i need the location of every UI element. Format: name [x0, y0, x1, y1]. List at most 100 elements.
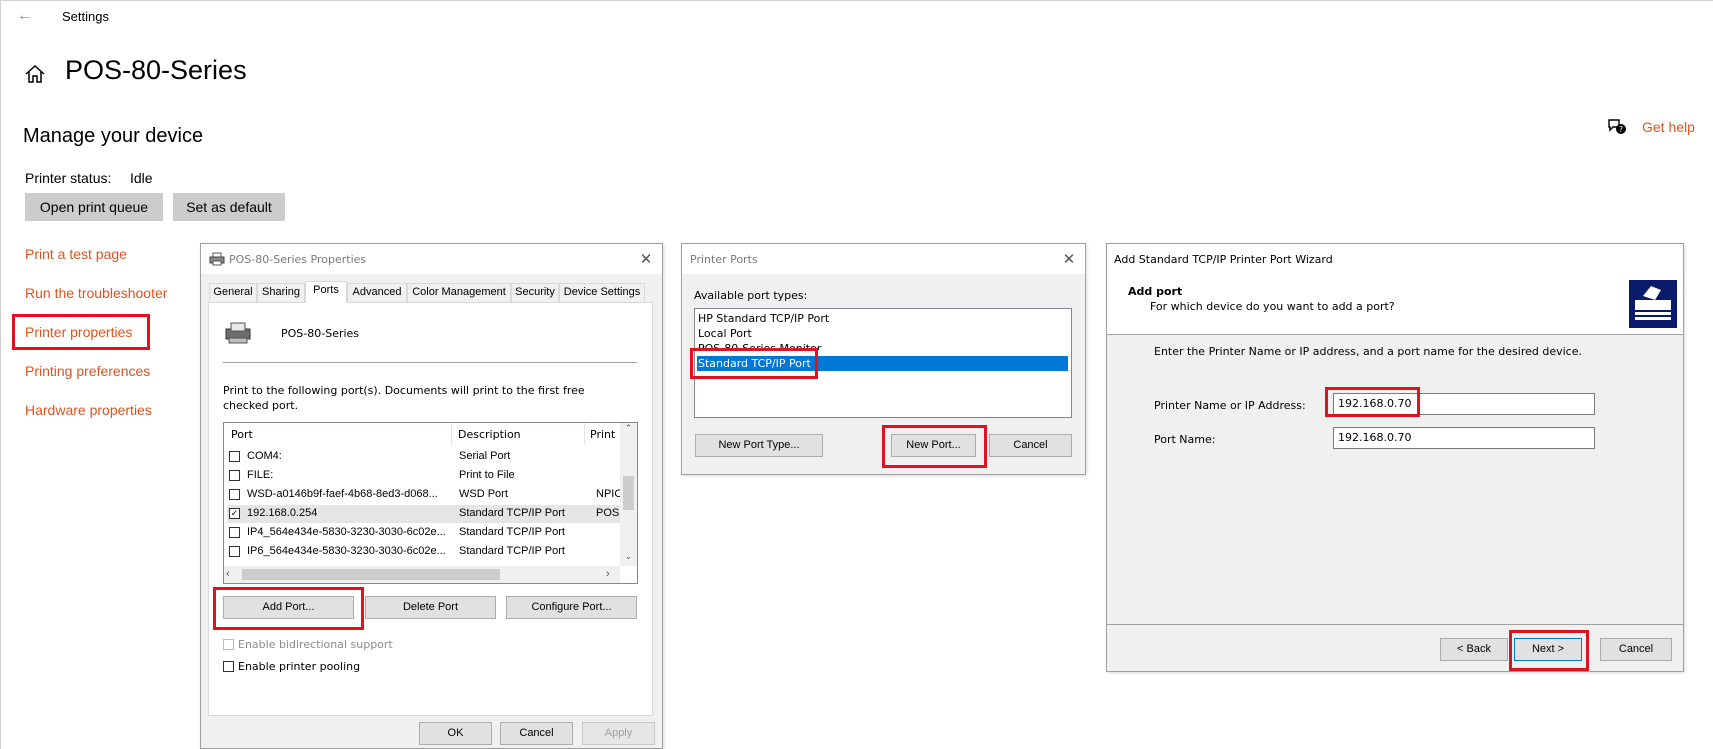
delete-port-button[interactable]: Delete Port: [365, 596, 496, 619]
set-as-default-button[interactable]: Set as default: [173, 193, 285, 221]
bidirectional-checkbox[interactable]: [223, 639, 234, 650]
new-port-button[interactable]: New Port...: [891, 434, 976, 457]
port-description: Serial Port: [459, 450, 511, 462]
port-checkbox[interactable]: [229, 470, 240, 481]
printer-icon: [209, 252, 225, 266]
port-printer: POS: [596, 507, 620, 519]
scroll-down-icon[interactable]: ⌄: [620, 551, 637, 565]
available-port-types-label: Available port types:: [694, 289, 808, 302]
port-row-com4[interactable]: COM4: Serial Port: [227, 448, 637, 466]
printer-status-label: Printer status:: [25, 170, 112, 186]
ports-instructions: Print to the following port(s). Document…: [223, 384, 585, 412]
tab-ports[interactable]: Ports: [305, 281, 347, 303]
back-button[interactable]: < Back: [1440, 638, 1508, 661]
vertical-scrollbar[interactable]: ⌃ ⌄: [620, 423, 637, 566]
back-arrow-icon[interactable]: ←: [14, 6, 36, 26]
vertical-scroll-thumb[interactable]: [623, 476, 634, 510]
scroll-right-icon[interactable]: ›: [606, 567, 618, 581]
wizard-subheading: For which device do you want to add a po…: [1150, 300, 1395, 313]
port-row-ip6[interactable]: IP6_564e434e-5830-3230-3030-6c02e... Sta…: [227, 543, 637, 561]
port-description: Standard TCP/IP Port: [459, 545, 565, 557]
printing-preferences-link[interactable]: Printing preferences: [25, 363, 150, 379]
add-port-button[interactable]: Add Port...: [223, 596, 354, 619]
port-list-header: Port Description Print: [224, 423, 621, 445]
home-icon[interactable]: [24, 63, 46, 85]
pooling-checkbox[interactable]: [223, 661, 234, 672]
apply-button[interactable]: Apply: [582, 722, 655, 745]
cancel-button[interactable]: Cancel: [1600, 638, 1672, 661]
printer-status-value: Idle: [130, 170, 153, 186]
column-header-printer[interactable]: Print: [590, 428, 620, 441]
dialog-title: Printer Ports: [690, 253, 758, 266]
port-checkbox-checked[interactable]: ✓: [229, 508, 240, 519]
run-troubleshooter-link[interactable]: Run the troubleshooter: [25, 285, 167, 301]
next-button[interactable]: Next >: [1514, 638, 1582, 661]
close-icon[interactable]: ✕: [1059, 249, 1079, 269]
cancel-button[interactable]: Cancel: [989, 434, 1072, 457]
dialog-titlebar: Printer Ports ✕: [682, 244, 1085, 274]
port-name: IP4_564e434e-5830-3230-3030-6c02e...: [247, 526, 446, 538]
tab-sharing[interactable]: Sharing: [257, 283, 305, 302]
port-type-item[interactable]: Local Port: [697, 326, 1068, 341]
port-checkbox[interactable]: [229, 546, 240, 557]
port-type-item-selected[interactable]: Standard TCP/IP Port: [697, 356, 1068, 371]
port-description: Print to File: [459, 469, 515, 481]
printer-name-label: POS-80-Series: [281, 327, 360, 340]
port-row-ip4[interactable]: IP4_564e434e-5830-3230-3030-6c02e... Sta…: [227, 524, 637, 542]
port-checkbox[interactable]: [229, 527, 240, 538]
port-row-192-168-0-254[interactable]: ✓ 192.168.0.254 Standard TCP/IP Port POS: [227, 505, 637, 523]
tab-advanced[interactable]: Advanced: [347, 283, 407, 302]
printer-properties-link[interactable]: Printer properties: [25, 324, 132, 340]
port-type-item[interactable]: HP Standard TCP/IP Port: [697, 311, 1068, 326]
cancel-button[interactable]: Cancel: [500, 722, 573, 745]
port-name: 192.168.0.254: [247, 507, 318, 519]
dialog-titlebar: POS-80-Series Properties ✕: [201, 244, 662, 274]
bidirectional-label: Enable bidirectional support: [238, 638, 393, 651]
port-type-item[interactable]: POS-80-Series Monitor: [697, 341, 1068, 350]
section-title: Manage your device: [23, 125, 204, 147]
port-name-input[interactable]: 192.168.0.70: [1333, 427, 1595, 449]
hardware-properties-link[interactable]: Hardware properties: [25, 402, 152, 418]
get-help-link[interactable]: Get help: [1642, 119, 1695, 135]
tab-color-management[interactable]: Color Management: [407, 283, 511, 302]
svg-text:?: ?: [1619, 125, 1623, 134]
open-print-queue-button[interactable]: Open print queue: [25, 193, 163, 221]
page-title: POS-80-Series: [65, 55, 247, 85]
port-description: Standard TCP/IP Port: [459, 507, 565, 519]
port-row-file[interactable]: FILE: Print to File: [227, 467, 637, 485]
wizard-title: Add Standard TCP/IP Printer Port Wizard: [1114, 253, 1333, 266]
divider: [223, 362, 637, 363]
scroll-left-icon[interactable]: ‹: [226, 567, 238, 581]
ip-address-input[interactable]: 192.168.0.70: [1333, 393, 1595, 415]
port-checkbox[interactable]: [229, 451, 240, 462]
tab-device-settings[interactable]: Device Settings: [559, 283, 645, 302]
column-header-description[interactable]: Description: [458, 428, 521, 441]
port-description: Standard TCP/IP Port: [459, 526, 565, 538]
ok-button[interactable]: OK: [419, 722, 492, 745]
horizontal-scroll-thumb[interactable]: [242, 569, 500, 580]
pooling-label: Enable printer pooling: [238, 660, 361, 673]
port-name: FILE:: [247, 469, 274, 481]
port-name-label: Port Name:: [1154, 433, 1216, 446]
port-printer: NPIC: [596, 488, 621, 500]
port-description: WSD Port: [459, 488, 508, 500]
horizontal-scrollbar[interactable]: ‹ ›: [224, 566, 620, 583]
scroll-up-icon[interactable]: ⌃: [620, 423, 637, 437]
wizard-instructions: Enter the Printer Name or IP address, an…: [1154, 345, 1582, 358]
port-name: WSD-a0146b9f-faef-4b68-8ed3-d068...: [247, 488, 438, 500]
tab-security[interactable]: Security: [511, 283, 559, 302]
configure-port-button[interactable]: Configure Port...: [506, 596, 637, 619]
wizard-heading: Add port: [1128, 285, 1183, 298]
tab-general[interactable]: General: [209, 283, 257, 302]
column-header-port[interactable]: Port: [231, 428, 253, 441]
dialog-title: POS-80-Series Properties: [229, 253, 367, 266]
port-checkbox[interactable]: [229, 489, 240, 500]
print-test-page-link[interactable]: Print a test page: [25, 246, 127, 262]
printer-device-icon: [225, 322, 251, 344]
new-port-type-button[interactable]: New Port Type...: [695, 434, 823, 457]
port-name: IP6_564e434e-5830-3230-3030-6c02e...: [247, 545, 446, 557]
port-row-wsd[interactable]: WSD-a0146b9f-faef-4b68-8ed3-d068... WSD …: [227, 486, 637, 504]
printer-wizard-icon: [1629, 280, 1677, 328]
get-help-icon[interactable]: ?: [1607, 118, 1627, 136]
close-icon[interactable]: ✕: [636, 249, 656, 269]
